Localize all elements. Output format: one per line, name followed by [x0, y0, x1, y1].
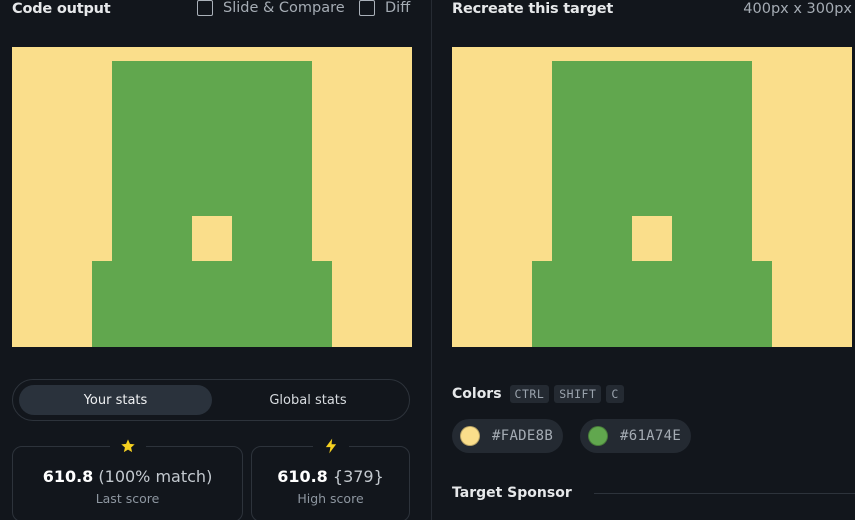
last-score-label: Last score — [95, 491, 160, 506]
high-score-value: 610.8 — [277, 467, 328, 486]
colors-header: Colors CTRL SHIFT C — [452, 385, 629, 403]
diff-checkbox[interactable] — [359, 0, 375, 16]
target-panel: Recreate this target 400px x 300px Color… — [432, 0, 855, 520]
color-swatch-green[interactable]: #61A74E — [580, 419, 692, 453]
kbd-c: C — [606, 385, 624, 403]
kbd-shift: SHIFT — [554, 385, 602, 403]
last-score-card: 610.8 (100% match) Last score — [12, 435, 243, 520]
sponsor-title: Target Sponsor — [452, 485, 572, 501]
stats-toggle: Your stats Global stats — [12, 379, 410, 421]
high-score-card: 610.8 {379} High score — [251, 435, 410, 520]
swatch-hex-yellow: #FADE8B — [492, 428, 554, 444]
target-shape-window — [632, 216, 672, 261]
tab-global-stats[interactable]: Global stats — [213, 385, 403, 415]
slide-compare-label: Slide & Compare — [223, 0, 345, 16]
swatch-dot-green — [588, 426, 608, 446]
target-shape-base — [532, 261, 772, 347]
target-canvas[interactable] — [452, 47, 852, 347]
kbd-ctrl: CTRL — [509, 385, 550, 403]
swatch-hex-green: #61A74E — [620, 428, 682, 444]
color-swatch-yellow[interactable]: #FADE8B — [452, 419, 564, 453]
output-shape-base — [92, 261, 332, 347]
output-shape-window — [192, 216, 232, 261]
target-title: Recreate this target — [452, 1, 614, 17]
last-score-detail: (100% match) — [98, 467, 213, 486]
last-score-value-row: 610.8 (100% match) — [13, 467, 242, 486]
high-score-label: High score — [297, 491, 364, 506]
code-output-title: Code output — [12, 1, 111, 17]
diff-label: Diff — [385, 0, 411, 16]
lightning-icon — [312, 435, 349, 457]
slide-compare-toggle[interactable]: Slide & Compare — [197, 0, 345, 16]
code-output-canvas[interactable] — [12, 47, 412, 347]
sponsor-divider — [593, 492, 855, 494]
sponsor-row: Target Sponsor — [452, 485, 855, 501]
last-score-value: 610.8 — [42, 467, 94, 486]
slide-compare-checkbox[interactable] — [197, 0, 213, 16]
high-score-value-row: 610.8 {379} — [252, 467, 409, 486]
star-icon — [109, 435, 146, 457]
tab-your-stats[interactable]: Your stats — [19, 385, 212, 415]
high-score-detail: {379} — [332, 467, 384, 486]
diff-toggle[interactable]: Diff — [359, 0, 410, 16]
swatch-dot-yellow — [460, 426, 480, 446]
colors-title: Colors — [452, 386, 502, 402]
code-output-panel: Code output Slide & Compare Diff Your st… — [0, 0, 431, 520]
target-dimensions: 400px x 300px — [743, 1, 852, 17]
